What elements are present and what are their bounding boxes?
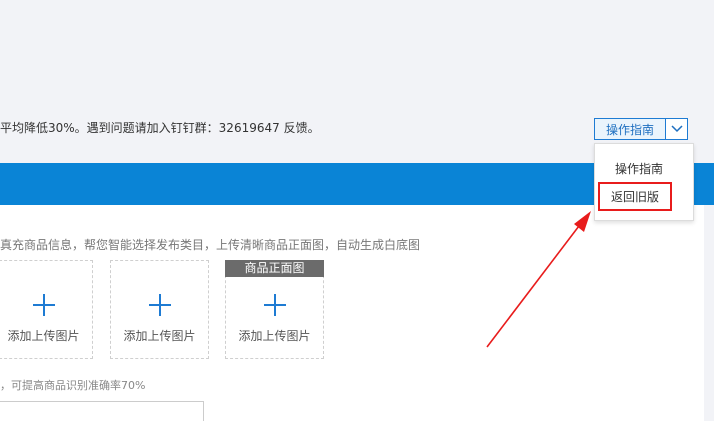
- chevron-down-icon: [670, 125, 683, 133]
- plus-icon: [148, 294, 171, 316]
- upload-box-2[interactable]: 添加上传图片: [110, 260, 209, 359]
- accuracy-hint: ，可提高商品识别准确率70%: [0, 379, 146, 392]
- upload-label: 添加上传图片: [123, 329, 196, 343]
- upload-label: 添加上传图片: [7, 329, 80, 343]
- menu-item-return-old-version[interactable]: 返回旧版: [598, 182, 672, 211]
- notice-text: 平均降低30%。遇到问题请加入钉钉群：32619647 反馈。: [0, 121, 320, 135]
- guide-dropdown-menu: 操作指南 返回旧版: [594, 143, 694, 221]
- plus-icon: [263, 294, 286, 316]
- upload-box-1[interactable]: 添加上传图片: [0, 260, 93, 359]
- upload-box-front[interactable]: 商品正面图 添加上传图片: [225, 260, 324, 359]
- upload-label: 添加上传图片: [238, 329, 311, 343]
- guide-split-button[interactable]: 操作指南: [594, 118, 688, 140]
- menu-item-guide[interactable]: 操作指南: [615, 160, 713, 177]
- text-input-edge[interactable]: [0, 401, 204, 421]
- guide-dropdown-toggle[interactable]: [665, 118, 688, 140]
- guide-button[interactable]: 操作指南: [594, 118, 666, 140]
- plus-icon: [32, 294, 55, 316]
- front-image-tag: 商品正面图: [225, 260, 324, 277]
- form-description: 真充商品信息，帮您智能选择发布类目，上传清晰商品正面图，自动生成白底图: [0, 238, 421, 252]
